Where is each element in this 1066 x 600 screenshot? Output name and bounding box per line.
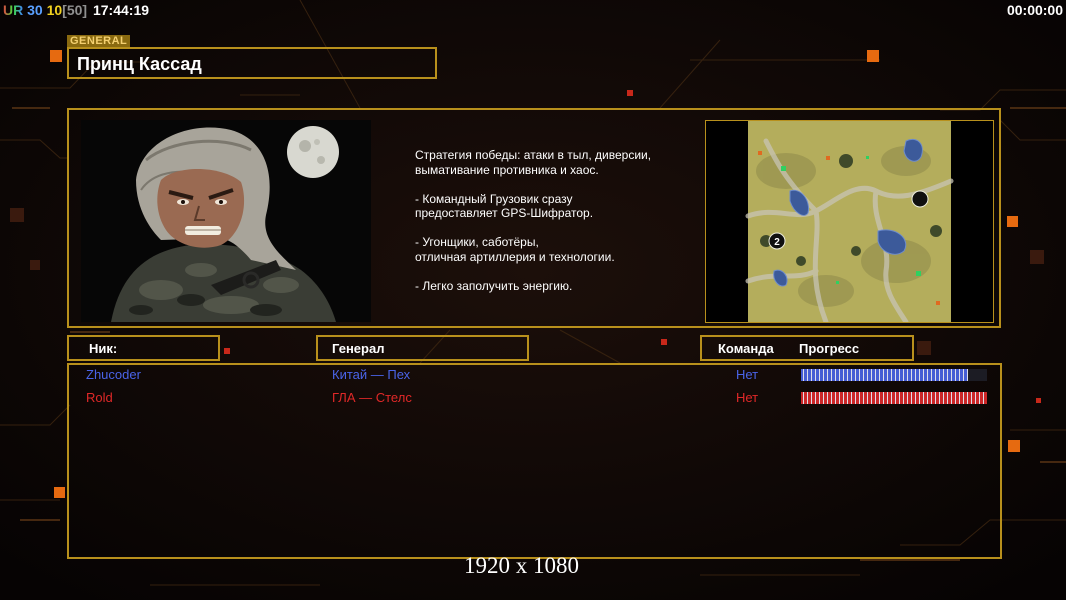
stat-value-3: [50] bbox=[62, 2, 88, 18]
ur-label: UR bbox=[3, 2, 24, 18]
resolution-label: 1920 x 1080 bbox=[464, 553, 579, 578]
match-timer: 00:00:00 bbox=[1006, 2, 1063, 18]
general-name: Принц Кассад bbox=[77, 54, 202, 74]
stat-value-2: 10 bbox=[46, 2, 63, 18]
player-general[interactable]: Китай — Пех bbox=[332, 367, 410, 382]
header-progress-label: Прогресс bbox=[799, 341, 860, 356]
player-nick[interactable]: Zhucoder bbox=[86, 367, 141, 382]
header-nick: Ник: bbox=[67, 335, 220, 361]
players-panel: Zhucoder Китай — Пех Нет Rold ГЛА — Стел… bbox=[67, 363, 1002, 559]
header-general: Генерал bbox=[316, 335, 529, 361]
general-description: Стратегия победы: атаки в тыл, диверсии,… bbox=[415, 148, 695, 308]
header-team-label: Команда bbox=[718, 341, 774, 356]
stat-value-1: 30 bbox=[27, 2, 43, 18]
clock: 17:44:19 bbox=[92, 2, 150, 18]
map-preview[interactable]: 2 bbox=[705, 120, 994, 323]
player-nick[interactable]: Rold bbox=[86, 390, 113, 405]
progress-bar bbox=[801, 369, 987, 381]
player-row: Rold ГЛА — Стелс Нет bbox=[69, 389, 1004, 407]
general-tag: GENERAL bbox=[67, 35, 131, 47]
progress-bar bbox=[801, 392, 987, 404]
general-portrait bbox=[81, 120, 371, 322]
description-line-4: - Легко заполучить энергию. bbox=[415, 278, 573, 293]
header-team-progress: Команда Прогресс bbox=[700, 335, 914, 361]
header-general-label: Генерал bbox=[332, 341, 385, 356]
header-nick-label: Ник: bbox=[89, 341, 118, 356]
player-team[interactable]: Нет bbox=[736, 367, 758, 382]
description-line-3: - Угонщики, саботёры, отличная артиллери… bbox=[415, 235, 615, 264]
progress-fill bbox=[801, 369, 969, 381]
general-title-box: Принц Кассад bbox=[67, 47, 437, 79]
map-start-marker: 2 bbox=[774, 237, 780, 248]
description-line-2: - Командный Грузовик сразу предоставляет… bbox=[415, 191, 594, 221]
player-general[interactable]: ГЛА — Стелс bbox=[332, 390, 412, 405]
general-info-panel: Стратегия победы: атаки в тыл, диверсии,… bbox=[67, 108, 1001, 328]
player-team[interactable]: Нет bbox=[736, 390, 758, 405]
progress-fill bbox=[801, 392, 987, 404]
description-line-1: Стратегия победы: атаки в тыл, диверсии,… bbox=[415, 148, 652, 177]
player-row: Zhucoder Китай — Пех Нет bbox=[69, 366, 1004, 384]
hud-stats: UR 30 10[50] 17:44:19 bbox=[3, 2, 149, 18]
